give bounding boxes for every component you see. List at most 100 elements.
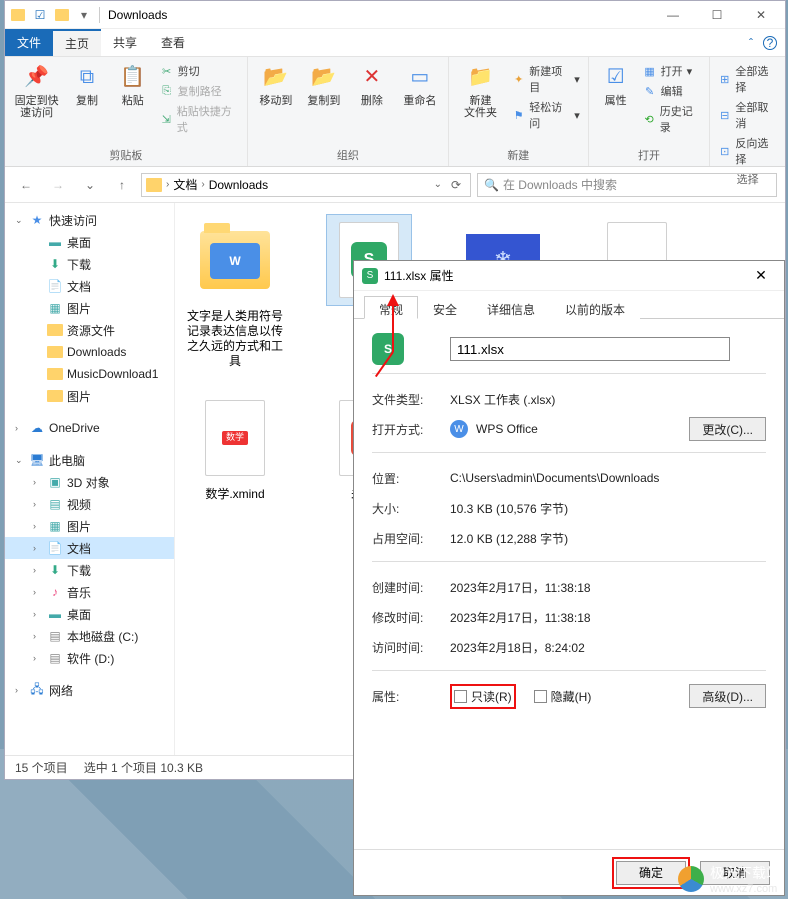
- ribbon-tabs: 文件 主页 共享 查看 ˆ ?: [5, 29, 785, 57]
- selection-info: 选中 1 个项目 10.3 KB: [84, 759, 203, 776]
- tree-documents[interactable]: 📄文档: [5, 275, 174, 297]
- tab-security[interactable]: 安全: [418, 296, 472, 319]
- crumb-documents[interactable]: 文档: [173, 176, 197, 193]
- up-button[interactable]: ↑: [109, 172, 135, 198]
- value-location: C:\Users\admin\Documents\Downloads: [450, 471, 766, 485]
- dialog-tabs: 常规 安全 详细信息 以前的版本: [354, 291, 784, 319]
- history-button[interactable]: ⟲历史记录: [643, 101, 702, 137]
- navbar: ← → ⌄ ↑ › 文档 › Downloads ⌄ ⟳ 🔍 在 Downloa…: [5, 167, 785, 203]
- tab-home[interactable]: 主页: [53, 29, 101, 56]
- pasteshortcut-button[interactable]: ⇲粘贴快捷方式: [160, 101, 239, 137]
- tree-downloads2[interactable]: Downloads: [5, 341, 174, 363]
- tree-pictures3[interactable]: ›▦图片: [5, 515, 174, 537]
- ok-button[interactable]: 确定: [616, 861, 686, 885]
- xlsx-icon: S: [362, 268, 378, 284]
- tree-documents2[interactable]: ›📄文档: [5, 537, 174, 559]
- maximize-button[interactable]: ☐: [695, 1, 739, 29]
- value-created: 2023年2月17日，11:38:18: [450, 579, 766, 596]
- file-item[interactable]: 数学 数学.xmind: [185, 393, 285, 547]
- tree-resfiles[interactable]: 资源文件: [5, 319, 174, 341]
- tree-pictures[interactable]: ▦图片: [5, 297, 174, 319]
- tree-downloads3[interactable]: ›⬇下载: [5, 559, 174, 581]
- change-button[interactable]: 更改(C)...: [689, 417, 766, 441]
- crumb-downloads[interactable]: Downloads: [209, 178, 268, 192]
- forward-button[interactable]: →: [45, 172, 71, 198]
- tab-file[interactable]: 文件: [5, 29, 53, 56]
- delete-button[interactable]: ✕删除: [352, 61, 392, 107]
- copypath-button[interactable]: ⎘复制路径: [160, 81, 239, 101]
- sidebar: ⌄★快速访问 ▬桌面 ⬇下载 📄文档 ▦图片 资源文件 Downloads Mu…: [5, 203, 175, 755]
- label-filetype: 文件类型:: [372, 391, 450, 408]
- group-select: ⊞全部选择 ⊟全部取消 ⊡反向选择 选择: [710, 57, 785, 166]
- selectall-button[interactable]: ⊞全部选择: [718, 61, 777, 97]
- newitem-button[interactable]: ✦新建项目 ▾: [512, 61, 580, 97]
- copyto-button[interactable]: 📂复制到: [304, 61, 344, 107]
- tree-3dobjects[interactable]: ›▣3D 对象: [5, 471, 174, 493]
- label-accessed: 访问时间:: [372, 639, 450, 656]
- recent-drop[interactable]: ⌄: [77, 172, 103, 198]
- file-item[interactable]: W 文字是人类用符号记录表达信息以传之久远的方式和工具: [185, 215, 285, 369]
- moveto-button[interactable]: 📂移动到: [256, 61, 296, 107]
- readonly-checkbox[interactable]: 只读(R): [454, 688, 512, 705]
- selectnone-button[interactable]: ⊟全部取消: [718, 97, 777, 133]
- newfolder-button[interactable]: 📁新建 文件夹: [457, 61, 504, 119]
- tree-quickaccess[interactable]: ⌄★快速访问: [5, 209, 174, 231]
- pin-button[interactable]: 📌固定到快 速访问: [13, 61, 60, 119]
- tree-desktop[interactable]: ▬桌面: [5, 231, 174, 253]
- tree-diskd[interactable]: ›▤软件 (D:): [5, 647, 174, 669]
- selectinvert-button[interactable]: ⊡反向选择: [718, 133, 777, 169]
- back-button[interactable]: ←: [13, 172, 39, 198]
- rename-button[interactable]: ▭重命名: [400, 61, 440, 107]
- edit-button[interactable]: ✎编辑: [643, 81, 702, 101]
- watermark-url: www.xz7.com: [710, 883, 780, 895]
- ribbon-collapse[interactable]: ˆ ?: [741, 29, 785, 56]
- close-button[interactable]: ✕: [739, 1, 783, 29]
- label-modified: 修改时间:: [372, 609, 450, 626]
- tree-downloads[interactable]: ⬇下载: [5, 253, 174, 275]
- label-location: 位置:: [372, 470, 450, 487]
- group-clipboard: 📌固定到快 速访问 ⧉复制 📋粘贴 ✂剪切 ⎘复制路径 ⇲粘贴快捷方式 剪贴板: [5, 57, 248, 166]
- value-openwith: WPS Office: [476, 422, 538, 436]
- tree-music-dl[interactable]: MusicDownload1: [5, 363, 174, 385]
- open-button[interactable]: ▦打开 ▾: [643, 61, 702, 81]
- group-label: 组织: [337, 145, 359, 164]
- tree-music[interactable]: ›♪音乐: [5, 581, 174, 603]
- properties-button[interactable]: ☑属性: [597, 61, 635, 107]
- paste-button[interactable]: 📋粘贴: [114, 61, 152, 107]
- value-filetype: XLSX 工作表 (.xlsx): [450, 391, 766, 408]
- qat-folder-icon[interactable]: [55, 8, 69, 22]
- tab-share[interactable]: 共享: [101, 29, 149, 56]
- breadcrumb[interactable]: › 文档 › Downloads ⌄ ⟳: [141, 173, 471, 197]
- label-sizedisk: 占用空间:: [372, 530, 450, 547]
- label-size: 大小:: [372, 500, 450, 517]
- watermark: 极光下载站 www.xz7.com: [678, 863, 780, 895]
- tree-desktop2[interactable]: ›▬桌面: [5, 603, 174, 625]
- cut-button[interactable]: ✂剪切: [160, 61, 239, 81]
- filename-input[interactable]: [450, 337, 730, 361]
- group-new: 📁新建 文件夹 ✦新建项目 ▾ ⚑轻松访问 ▾ 新建: [449, 57, 589, 166]
- tree-diskc[interactable]: ›▤本地磁盘 (C:): [5, 625, 174, 647]
- dialog-close-button[interactable]: ✕: [746, 267, 776, 284]
- tree-thispc[interactable]: ⌄🖥此电脑: [5, 449, 174, 471]
- qat-drop[interactable]: ▾: [77, 8, 91, 22]
- value-modified: 2023年2月17日，11:38:18: [450, 609, 766, 626]
- tab-details[interactable]: 详细信息: [472, 296, 550, 319]
- refresh-button[interactable]: ⟳: [446, 172, 466, 198]
- hidden-checkbox[interactable]: 隐藏(H): [534, 688, 592, 705]
- tab-view[interactable]: 查看: [149, 29, 197, 56]
- ribbon: 📌固定到快 速访问 ⧉复制 📋粘贴 ✂剪切 ⎘复制路径 ⇲粘贴快捷方式 剪贴板 …: [5, 57, 785, 167]
- tree-videos[interactable]: ›▤视频: [5, 493, 174, 515]
- item-count: 15 个项目: [15, 759, 68, 776]
- advanced-button[interactable]: 高级(D)...: [689, 684, 766, 708]
- qat-check-icon[interactable]: ☑: [33, 8, 47, 22]
- copy-button[interactable]: ⧉复制: [68, 61, 106, 107]
- group-open: ☑属性 ▦打开 ▾ ✎编辑 ⟲历史记录 打开: [589, 57, 710, 166]
- minimize-button[interactable]: —: [651, 1, 695, 29]
- tree-onedrive[interactable]: ›☁OneDrive: [5, 417, 174, 439]
- tree-pictures2[interactable]: 图片: [5, 385, 174, 407]
- search-input[interactable]: 🔍 在 Downloads 中搜索: [477, 173, 777, 197]
- tree-network[interactable]: ›🖧网络: [5, 679, 174, 701]
- tab-previous[interactable]: 以前的版本: [550, 296, 640, 319]
- easyaccess-button[interactable]: ⚑轻松访问 ▾: [512, 97, 580, 133]
- crumb-drop[interactable]: ⌄: [434, 179, 442, 190]
